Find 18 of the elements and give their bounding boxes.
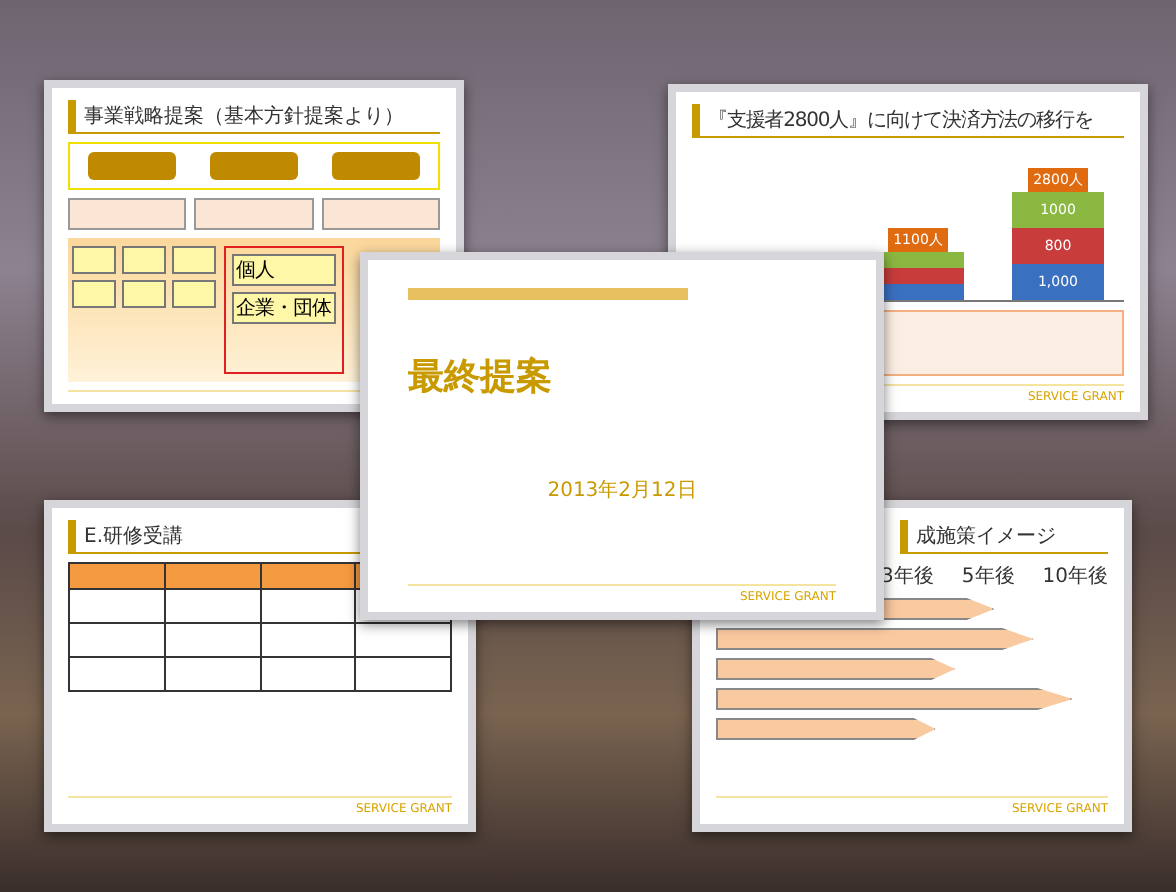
year-label: 10年後 <box>1042 564 1108 590</box>
segment-box <box>122 246 166 274</box>
segment-box <box>72 280 116 308</box>
date-text: 2013年2月12日 <box>547 478 697 504</box>
segment-box <box>172 246 216 274</box>
slide-title: 成施策イメージ <box>900 520 1108 554</box>
segment-box <box>172 280 216 308</box>
category-box <box>68 198 187 230</box>
target-box: 個人 <box>232 254 335 286</box>
category-box <box>194 198 314 230</box>
slide-heading: 最終提案 <box>408 354 554 400</box>
segment-box <box>72 246 116 274</box>
year-label: 5年後 <box>961 564 1015 590</box>
segment-box <box>122 280 166 308</box>
slide-title: 事業戦略提案（基本方針提案より） <box>68 100 440 134</box>
category-box <box>321 198 440 230</box>
target-box: 企業・団体 <box>232 292 335 324</box>
slide-title: 『支援者2800人』に向けて決済方法の移行を <box>692 104 1124 138</box>
